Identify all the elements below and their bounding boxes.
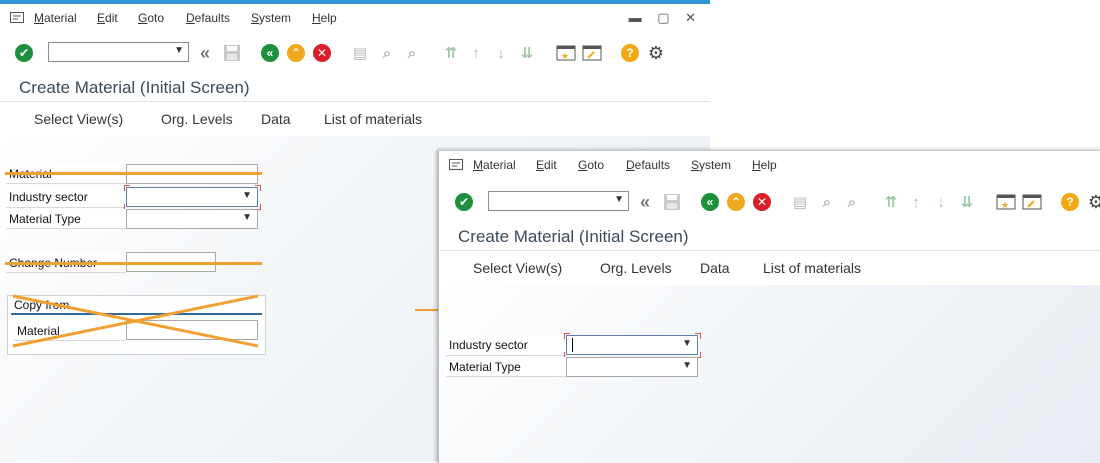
menu-material[interactable]: Material [34,11,77,25]
menu-bar: Material Edit Goto Defaults System Help … [0,4,710,32]
find-next-icon[interactable]: ⌕ [841,191,863,213]
data-button[interactable]: Data [700,260,730,276]
menu-material[interactable]: Material [473,158,516,172]
last-page-icon[interactable]: ⇊ [516,42,538,64]
copy-from-material-label: Material [14,321,126,341]
first-page-icon[interactable]: ⇈ [880,191,902,213]
material-type-select[interactable]: ▼ [566,357,698,377]
shortcut-icon[interactable] [1021,191,1043,213]
svg-text:★: ★ [1001,200,1009,210]
shortcut-icon[interactable] [581,42,603,64]
menu-system[interactable]: System [691,158,731,172]
screen-content: Industry sector ▼ Material Type ▼ [439,285,1100,463]
copy-from-title: Copy from... [14,298,80,312]
menu-goto[interactable]: Goto [138,11,164,25]
menu-system[interactable]: System [251,11,291,25]
strike-through-material [5,172,262,175]
enter-check-icon[interactable]: ✔ [13,42,35,64]
save-icon[interactable] [221,42,243,64]
application-toolbar: Select View(s) Org. Levels Data List of … [0,101,710,137]
standard-toolbar: ✔ ▼ « « ⌃ ✕ ▤ ⌕ ⌕ ⇈ ↑ ↓ ⇊ ★ ? ⚙ [439,187,1100,217]
focus-corner [124,185,130,191]
group-title-underline [11,313,262,315]
menu-defaults[interactable]: Defaults [186,11,230,25]
page-title: Create Material (Initial Screen) [19,78,250,97]
find-icon[interactable]: ⌕ [816,191,838,213]
menu-defaults[interactable]: Defaults [626,158,670,172]
help-icon[interactable]: ? [619,42,641,64]
industry-sector-label: Industry sector [446,335,566,356]
enter-check-icon[interactable]: ✔ [453,191,475,213]
list-of-materials-button[interactable]: List of materials [324,111,422,127]
print-icon[interactable]: ▤ [349,42,371,64]
title-bar: Create Material (Initial Screen) [439,221,1100,251]
menu-edit[interactable]: Edit [536,158,557,172]
collapse-icon[interactable]: « [194,42,216,64]
chevron-down-icon: ▼ [682,360,692,371]
exit-icon[interactable]: ⌃ [285,42,307,64]
svg-text:★: ★ [561,51,569,61]
material-type-select[interactable]: ▼ [126,209,258,229]
industry-sector-label: Industry sector [6,187,126,208]
menu-expand-icon[interactable] [449,159,463,170]
select-views-button[interactable]: Select View(s) [473,260,562,276]
print-icon[interactable]: ▤ [789,191,811,213]
chevron-down-icon: ▼ [174,45,184,56]
next-page-icon[interactable]: ↓ [930,191,952,213]
title-bar: Create Material (Initial Screen) [0,72,710,102]
first-page-icon[interactable]: ⇈ [440,42,462,64]
command-field[interactable]: ▼ [488,191,629,211]
menu-help[interactable]: Help [312,11,337,25]
focus-corner [564,333,570,339]
menu-edit[interactable]: Edit [97,11,118,25]
last-page-icon[interactable]: ⇊ [956,191,978,213]
org-levels-button[interactable]: Org. Levels [161,111,233,127]
industry-sector-select[interactable]: ▼ [126,187,258,207]
focus-corner [695,333,701,339]
new-session-icon[interactable]: ★ [555,42,577,64]
cancel-icon[interactable]: ✕ [751,191,773,213]
copy-from-material-field[interactable] [126,320,258,340]
list-of-materials-button[interactable]: List of materials [763,260,861,276]
chevron-down-icon: ▼ [242,212,252,223]
data-button[interactable]: Data [261,111,291,127]
window-controls[interactable]: ▬ ▢ ✕ [629,10,702,26]
back-icon[interactable]: « [699,191,721,213]
chevron-down-icon: ▼ [682,338,692,349]
settings-icon[interactable]: ⚙ [1085,191,1100,213]
exit-icon[interactable]: ⌃ [725,191,747,213]
material-type-label: Material Type [446,357,566,377]
sap-window-after: Material Edit Goto Defaults System Help … [438,150,1100,463]
back-icon[interactable]: « [259,42,281,64]
command-field[interactable]: ▼ [48,42,189,62]
help-icon[interactable]: ? [1059,191,1081,213]
industry-sector-select[interactable]: ▼ [566,335,698,355]
settings-icon[interactable]: ⚙ [645,42,667,64]
application-toolbar: Select View(s) Org. Levels Data List of … [439,250,1100,286]
menu-bar: Material Edit Goto Defaults System Help [439,151,1100,179]
next-page-icon[interactable]: ↓ [490,42,512,64]
save-icon[interactable] [661,191,683,213]
chevron-down-icon: ▼ [242,190,252,201]
collapse-icon[interactable]: « [634,191,656,213]
material-type-label: Material Type [6,209,126,229]
find-next-icon[interactable]: ⌕ [401,42,423,64]
menu-goto[interactable]: Goto [578,158,604,172]
select-views-button[interactable]: Select View(s) [34,111,123,127]
previous-page-icon[interactable]: ↑ [905,191,927,213]
menu-expand-icon[interactable] [10,12,24,23]
focus-corner [255,185,261,191]
chevron-down-icon: ▼ [614,194,624,205]
copy-from-group: Copy from... Material [7,295,266,355]
strike-through-change-number [5,262,262,265]
standard-toolbar: ✔ ▼ « « ⌃ ✕ ▤ ⌕ ⌕ ⇈ ↑ ↓ ⇊ ★ ? ⚙ [0,38,710,68]
find-icon[interactable]: ⌕ [376,42,398,64]
page-title: Create Material (Initial Screen) [458,227,689,246]
text-cursor [572,338,573,352]
cancel-icon[interactable]: ✕ [311,42,333,64]
org-levels-button[interactable]: Org. Levels [600,260,672,276]
new-session-icon[interactable]: ★ [995,191,1017,213]
menu-help[interactable]: Help [752,158,777,172]
previous-page-icon[interactable]: ↑ [465,42,487,64]
